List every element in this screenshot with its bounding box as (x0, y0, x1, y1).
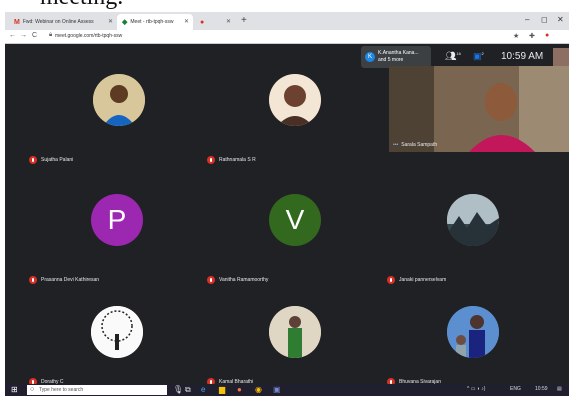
tab-title: Meet - rtb-tpqh-ssw (130, 19, 174, 25)
participant-name: Prasanna Devi Kathiresan (41, 277, 100, 283)
app-icon[interactable]: ▣ (273, 385, 281, 394)
app-icon[interactable]: ● (237, 385, 242, 394)
participant-label: Prasanna Devi Kathiresan (29, 276, 99, 284)
participant-label: Rathnamala S R (207, 156, 256, 164)
profile-icon[interactable]: ● (545, 32, 549, 39)
participant-label: Janaki pannerselvam (387, 276, 446, 284)
language-indicator[interactable]: ENG (510, 386, 521, 392)
chat-icon[interactable]: ▣2 (473, 51, 484, 62)
participant-avatar (93, 74, 145, 126)
star-icon[interactable]: ★ (513, 32, 519, 40)
people-icon[interactable]: 👥︎16 (445, 51, 461, 62)
photo-avatar-icon (447, 194, 499, 246)
mic-off-icon (29, 156, 37, 164)
search-placeholder: Type here to search (39, 387, 84, 393)
taskbar-clock[interactable]: 10:59 (535, 386, 548, 392)
chat-badge: 2 (481, 51, 484, 56)
mic-off-icon (29, 276, 37, 284)
presenter-video: ••• Sarala Sampath (389, 66, 569, 152)
presenter-avatar: K (365, 52, 375, 62)
tab-gmail[interactable]: M Fwd: Webinar on Online Assess ✕ (9, 14, 117, 30)
mic-off-icon (207, 156, 215, 164)
meet-grid: K K.Anantha Kana... and 5 more 👥︎16 ▣2 1… (5, 44, 569, 386)
tab-meet[interactable]: ◆ Meet - rtb-tpqh-ssw ✕ (117, 14, 193, 30)
mic-off-icon (387, 276, 395, 284)
meet-icon: ◆ (122, 19, 128, 26)
participant-avatar (91, 306, 143, 358)
new-tab-button[interactable]: + (241, 15, 247, 26)
minimize-icon[interactable]: – (525, 15, 529, 24)
close-window-icon[interactable]: ✕ (557, 15, 564, 24)
participant-avatar (269, 306, 321, 358)
close-tab-icon[interactable]: ✕ (226, 18, 231, 25)
forward-icon[interactable]: → (20, 32, 27, 39)
avatar-letter: P (107, 204, 127, 235)
recording-icon: ● (200, 18, 205, 26)
participant-name: Rathnamala S R (219, 157, 256, 163)
reload-icon[interactable]: C (32, 32, 37, 39)
task-view-icon[interactable]: ⧉ (185, 385, 191, 395)
participant-name: Sarala Sampath (401, 142, 438, 148)
page-heading-fragment: meeting. (0, 0, 569, 12)
photo-avatar-icon (269, 74, 321, 126)
participant-avatar (447, 306, 499, 358)
participant-name: Sujatha Palani (41, 157, 74, 163)
maximize-icon[interactable]: ◻ (541, 15, 548, 24)
mic-off-icon (207, 276, 215, 284)
participant-name: Vanitha Ramamoorthy (219, 277, 269, 283)
browser-tab-strip: M Fwd: Webinar on Online Assess ✕ ◆ Meet… (5, 12, 569, 30)
windows-start-icon[interactable]: ⊞ (11, 385, 18, 394)
close-tab-icon[interactable]: ✕ (184, 18, 189, 25)
photo-avatar-icon (447, 306, 499, 358)
self-view-thumbnail[interactable] (553, 48, 569, 66)
url-field[interactable]: meet.google.com/rtb-tpqh-ssw (55, 33, 122, 39)
participant-name: Janaki pannerselvam (399, 277, 447, 283)
system-tray-icons[interactable]: ^ ▭ ◖ ♪) (467, 386, 485, 392)
file-explorer-icon[interactable]: ▆ (219, 385, 225, 394)
tab-title: Fwd: Webinar on Online Assess (22, 19, 94, 25)
close-tab-icon[interactable]: ✕ (108, 18, 113, 25)
tree-avatar-icon (91, 306, 143, 358)
presenter-name: ••• Sarala Sampath (393, 142, 437, 148)
participant-avatar (269, 74, 321, 126)
presenting-chip[interactable]: K K.Anantha Kana... and 5 more (361, 46, 431, 68)
lock-icon: 🔒︎ (49, 32, 53, 38)
chrome-icon[interactable]: ◉ (255, 385, 262, 394)
meeting-clock: 10:59 AM (501, 51, 544, 62)
avatar-letter: V (285, 204, 305, 235)
participant-avatar: P (91, 194, 143, 246)
participant-avatar: V (269, 194, 321, 246)
meeting-top-info: K K.Anantha Kana... and 5 more 👥︎16 ▣2 1… (361, 46, 569, 68)
notification-icon[interactable]: ▤ (557, 386, 562, 392)
people-count: 16 (456, 51, 461, 56)
windows-taskbar: ⊞ ○ Type here to search 🎙︎ ⧉ e ▆ ● ◉ ▣ ^… (5, 384, 569, 396)
address-bar: ← → C 🔒︎ meet.google.com/rtb-tpqh-ssw ★ … (5, 30, 569, 44)
screenshot-frame: M Fwd: Webinar on Online Assess ✕ ◆ Meet… (5, 12, 569, 396)
edge-icon[interactable]: e (201, 385, 205, 394)
more-icon[interactable]: ••• (393, 142, 398, 148)
participant-label: Vanitha Ramamoorthy (207, 276, 268, 284)
presenter-video-image (389, 66, 569, 152)
participant-avatar (447, 194, 499, 246)
taskbar-search[interactable]: ○ Type here to search (27, 385, 167, 395)
photo-avatar-icon (269, 306, 321, 358)
tab-recording[interactable]: ● ✕ (195, 14, 235, 30)
participant-label: Sujatha Palani (29, 156, 73, 164)
chip-line1: K.Anantha Kana... (378, 50, 419, 56)
photo-avatar-icon (93, 74, 145, 126)
extension-icon[interactable]: ✚ (529, 32, 535, 40)
gmail-icon: M (14, 18, 20, 26)
chip-line2: and 5 more (378, 57, 404, 63)
search-icon: ○ (30, 386, 35, 393)
microphone-icon[interactable]: 🎙︎ (173, 385, 183, 394)
back-icon[interactable]: ← (9, 32, 16, 39)
